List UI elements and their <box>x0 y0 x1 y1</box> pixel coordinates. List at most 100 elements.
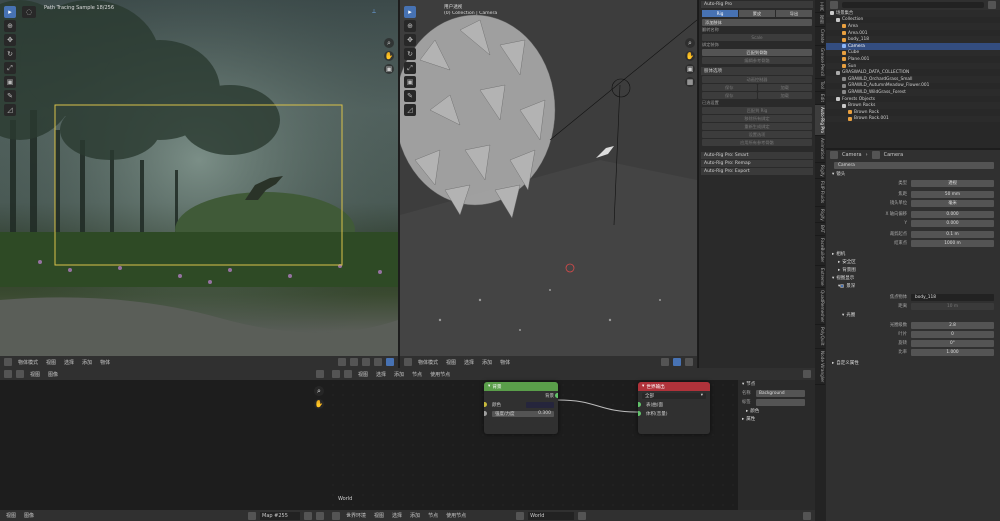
input-socket-strength[interactable] <box>484 411 487 416</box>
outliner-row[interactable]: Forests Objects <box>826 96 1000 103</box>
shader-type-dropdown[interactable]: 世界环境 <box>344 512 368 520</box>
aperture-section[interactable]: ▾ 光圈 <box>826 311 1000 319</box>
image-close-icon[interactable] <box>316 511 324 520</box>
shading-solid-icon[interactable] <box>362 358 370 366</box>
camera-data-name-field[interactable]: Camera <box>834 161 994 169</box>
camera-view-icon[interactable]: ▣ <box>685 64 695 74</box>
camera-view-icon[interactable]: ▣ <box>384 64 394 74</box>
tab-rig[interactable]: Rig <box>702 10 738 17</box>
pan-hand-icon[interactable]: ✋ <box>685 51 695 61</box>
sidebar-tab[interactable]: Extreme <box>815 266 825 289</box>
pin-icon[interactable] <box>803 511 811 520</box>
zoom-icon[interactable]: ⌕ <box>314 386 324 396</box>
move-tool-icon[interactable]: ✥ <box>4 34 16 46</box>
camera-section[interactable]: ▸ 相机 <box>826 250 1000 258</box>
add-menu[interactable]: 添加 <box>480 358 494 366</box>
dof-checkbox[interactable] <box>840 284 845 288</box>
strength-field[interactable]: 强度/力度 0.300 <box>492 410 554 417</box>
background-images-section[interactable]: ▸ 背景图 <box>826 266 1000 274</box>
outliner-row[interactable]: Collection <box>826 17 1000 24</box>
outliner-row[interactable]: Brown Rocks <box>826 102 1000 109</box>
footer-use-nodes[interactable]: 使用节点 <box>444 512 468 520</box>
transform-tool-icon[interactable]: ▣ <box>404 76 416 88</box>
tab-skin[interactable]: 蒙皮 <box>739 10 775 17</box>
view-menu[interactable]: 视图 <box>28 370 42 378</box>
annotate-tool-icon[interactable]: ✎ <box>404 90 416 102</box>
shading-material-icon[interactable] <box>685 358 693 366</box>
image-editor-canvas[interactable]: ⌕ ✋ <box>0 380 328 510</box>
outliner-row[interactable]: Camera <box>826 42 1000 50</box>
regen-rig-button[interactable]: 重新生成绑定 <box>702 123 812 130</box>
select-tool-icon[interactable]: ▸ <box>4 6 16 18</box>
lens-units-dropdown[interactable]: 毫米 <box>911 199 994 207</box>
sidebar-tab[interactable]: FaceBuilder <box>815 236 825 266</box>
fstop-field[interactable]: 2.8 <box>911 321 994 329</box>
sidebar-tab[interactable]: Grease Pencil <box>815 46 825 80</box>
footer-add-menu[interactable]: 添加 <box>408 512 422 520</box>
move-tool-icon[interactable]: ✥ <box>404 34 416 46</box>
add-menu[interactable]: 添加 <box>392 370 406 378</box>
zoom-icon[interactable]: ⌕ <box>384 38 394 48</box>
outliner-row[interactable]: GRAWLD_OrchardGrass_Small <box>826 75 1000 83</box>
image-name-field[interactable]: Map #255 <box>260 511 300 520</box>
select-menu[interactable]: 选择 <box>62 358 76 366</box>
editor-type-icon[interactable] <box>404 358 412 366</box>
subpanel-remap[interactable]: Auto-Rig Pro: Remap <box>701 160 813 167</box>
apply-ref-button[interactable]: 应用所有参考骨骼 <box>702 139 812 146</box>
sidebar-tab[interactable]: Create <box>815 27 825 46</box>
footer-select-menu[interactable]: 选择 <box>390 512 404 520</box>
footer-image-menu[interactable]: 图像 <box>22 512 36 520</box>
focus-object-field[interactable]: body_118 <box>911 293 994 301</box>
focal-length-field[interactable]: 50 mm <box>911 190 994 198</box>
object-menu[interactable]: 物体 <box>98 358 112 366</box>
mode-menu[interactable]: 物体模式 <box>416 358 440 366</box>
outliner-row[interactable]: Brown Rock <box>826 109 1000 116</box>
node-menu[interactable]: 节点 <box>410 370 424 378</box>
overlay-icon[interactable] <box>661 358 669 366</box>
overlay-icon[interactable] <box>338 358 346 366</box>
editor-type-icon[interactable] <box>332 370 340 378</box>
custom-props-section[interactable]: ▸ 自定义属性 <box>826 359 1000 367</box>
outliner-row[interactable]: Area.001 <box>826 30 1000 37</box>
safe-areas-section[interactable]: ▸ 安全区 <box>826 258 1000 266</box>
axis-gizmo-icon[interactable]: ⟂ <box>372 8 376 16</box>
sidebar-tab[interactable]: 视图 <box>815 13 825 27</box>
viewport-rendered[interactable]: Path Tracing Sample 18/256 ▸ ⊕ ✥ ↻ ⤢ ▣ ✎… <box>0 0 398 368</box>
output-socket-background[interactable] <box>555 393 558 398</box>
cursor-tool-icon[interactable]: ⊕ <box>404 20 416 32</box>
footer-view-menu[interactable]: 视图 <box>4 512 18 520</box>
editor-type-icon[interactable] <box>4 358 12 366</box>
select-tool-icon[interactable]: ▸ <box>404 6 416 18</box>
sidebar-tab[interactable]: Rigify <box>815 163 825 180</box>
ratio-field[interactable]: 1.000 <box>911 348 994 356</box>
scene-collection-row[interactable]: 场景集合 <box>826 10 1000 17</box>
outliner-row[interactable]: GRASWALD_DATA_COLLECTION <box>826 69 1000 76</box>
sidebar-tab[interactable]: PolyQuilt <box>815 325 825 349</box>
color-swatch[interactable] <box>526 401 554 408</box>
sidebar-tab[interactable]: Rigify <box>815 207 825 224</box>
node-background[interactable]: ▾ 背景 背景 颜色 强度/力度 0.300 <box>484 382 558 434</box>
outliner-row[interactable]: Area <box>826 23 1000 30</box>
image-browse-icon[interactable] <box>248 511 256 520</box>
node-label-field[interactable] <box>756 398 805 406</box>
node-color-section[interactable]: ▸ 颜色 <box>738 407 815 415</box>
sidebar-tab[interactable]: Auto-Rig Pro <box>815 105 825 137</box>
scale-field[interactable]: Scale <box>702 34 812 41</box>
world-name-field[interactable]: World <box>528 511 575 520</box>
type-dropdown[interactable]: 透视 <box>911 179 994 187</box>
outliner-row[interactable]: GRAWLD_WildGrass_Forest <box>826 89 1000 96</box>
view-menu[interactable]: 视图 <box>356 370 370 378</box>
world-fake-user-icon[interactable] <box>578 511 587 520</box>
sidebar-tab[interactable]: QuadRemesher <box>815 288 825 326</box>
node-canvas[interactable]: ▾ 背景 背景 颜色 强度/力度 0.300 ▾ 世界输出 全部 ▾ 表(曲)面… <box>314 380 738 510</box>
save-button-2[interactable]: 保存 <box>702 92 757 99</box>
rotate-tool-icon[interactable]: ↻ <box>404 48 416 60</box>
sidebar-tab[interactable]: FLIP Fluids <box>815 179 825 207</box>
filter-icon[interactable] <box>988 1 996 9</box>
match-to-rig-button[interactable]: 匹配到 Rig <box>702 107 812 114</box>
outliner-row[interactable]: Plane.001 <box>826 56 1000 63</box>
select-box-icon[interactable]: ◌ <box>22 6 36 20</box>
editor-type-icon[interactable] <box>4 370 12 378</box>
measure-tool-icon[interactable]: ◿ <box>404 104 416 116</box>
view-menu[interactable]: 视图 <box>44 358 58 366</box>
